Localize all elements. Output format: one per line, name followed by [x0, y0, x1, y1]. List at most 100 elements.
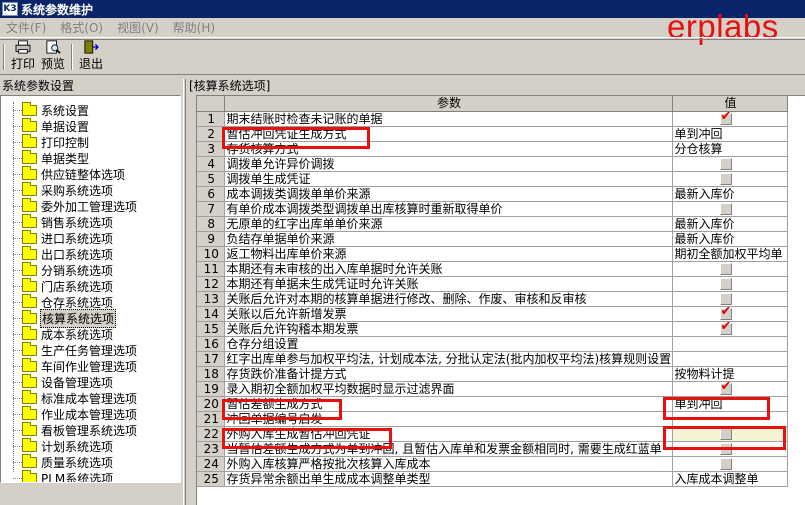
value-cell[interactable] — [672, 351, 788, 367]
table-row[interactable]: 17 红字出库单参与加权平均法, 计划成本法, 分批认定法(批内加权平均法)核算规… — [197, 351, 788, 367]
value-cell[interactable] — [672, 321, 788, 337]
settings-tree[interactable]: 系统设置 单据设置 打印控制 单据类型 供应链整体选项 采购系统选项 委外加工管理选项 销售系… — [0, 95, 181, 483]
checkbox[interactable] — [719, 278, 732, 290]
checkbox[interactable] — [719, 293, 732, 305]
checkbox[interactable] — [719, 203, 732, 215]
table-row[interactable]: 21 冲回单据编号启发 — [197, 411, 788, 427]
table-row[interactable]: 15 关账后允许钩稽本期发票 — [197, 321, 788, 337]
value-cell[interactable] — [672, 156, 788, 172]
value-cell[interactable]: 入库成本调整单 — [672, 471, 788, 487]
table-row[interactable]: 19 录入期初全额加权平均数据时显示过滤界面 — [197, 381, 788, 397]
value-cell[interactable] — [672, 411, 788, 427]
tree-item[interactable]: 分销系统选项 — [13, 261, 114, 278]
tree-item[interactable]: 标准成本管理选项 — [13, 389, 138, 406]
print-button[interactable]: 打印 — [8, 40, 38, 74]
table-row[interactable]: 23 当暂估差额生成方式为单到冲回, 且暂估入库单和发票金额相同时, 需要生成红蓝… — [197, 441, 788, 457]
checkbox[interactable] — [719, 428, 732, 440]
tree-item[interactable]: 生产任务管理选项 — [13, 341, 138, 358]
value-cell[interactable] — [672, 171, 788, 187]
tree-item[interactable]: 作业成本管理选项 — [13, 405, 138, 422]
checkbox[interactable] — [719, 443, 732, 455]
table-row[interactable]: 16 仓存分组设置 — [197, 336, 788, 352]
table-row[interactable]: 8 无原单的红字出库单单价来源 最新入库价 — [197, 216, 788, 232]
table-row[interactable]: 2 暂估冲回凭证生成方式 单到冲回 — [197, 126, 788, 142]
table-row[interactable]: 7 有单价成本调拨类型调拨单出库核算时重新取得单价 — [197, 201, 788, 217]
tree-item[interactable]: 车间作业管理选项 — [13, 357, 138, 374]
param-cell: 成本调拨类调拨单单价来源 — [224, 186, 673, 202]
menu-view[interactable]: 视图(V) — [111, 19, 167, 36]
preview-button[interactable]: 预览 — [38, 40, 68, 74]
tree-item[interactable]: 设备管理选项 — [13, 373, 114, 390]
value-cell[interactable] — [672, 336, 788, 352]
value-cell[interactable]: 最新入库价 — [672, 186, 788, 202]
table-row[interactable]: 11 本期还有未审核的出入库单据时允许关账 — [197, 261, 788, 277]
table-row[interactable]: 14 关账以后允许新增发票 — [197, 306, 788, 322]
table-row[interactable]: 9 负结存单据单价来源 最新入库价 — [197, 231, 788, 247]
value-cell[interactable]: 单到冲回 — [672, 126, 788, 142]
value-cell[interactable]: 单到冲回 — [672, 396, 788, 412]
tree-item[interactable]: 质量系统选项 — [13, 453, 114, 470]
table-row[interactable]: 1 期末结账时检查未记账的单据 — [197, 111, 788, 127]
tree-item[interactable]: 进口系统选项 — [13, 229, 114, 246]
value-cell[interactable] — [672, 276, 788, 292]
checkbox-checked[interactable] — [719, 306, 732, 320]
table-row[interactable]: 3 存货核算方式 分仓核算 — [197, 141, 788, 157]
tree-item-label: 车间作业管理选项 — [41, 359, 138, 374]
tree-item[interactable]: 计划系统选项 — [13, 437, 114, 454]
value-cell[interactable] — [672, 456, 788, 472]
checkbox[interactable] — [719, 458, 732, 470]
value-column-header[interactable]: 值 — [672, 96, 788, 112]
value-cell[interactable] — [672, 111, 788, 127]
table-row[interactable]: 25 存货异常余额出单生成成本调整单类型 入库成本调整单 — [197, 471, 788, 487]
value-cell[interactable] — [672, 381, 788, 397]
menu-file[interactable]: 文件(F) — [0, 19, 54, 36]
value-cell[interactable]: 期初全额加权平均单 — [672, 246, 788, 262]
tree-item[interactable]: 门店系统选项 — [13, 277, 114, 294]
table-row[interactable]: 13 关账后允许对本期的核算单据进行修改、删除、作废、审核和反审核 — [197, 291, 788, 307]
value-cell[interactable] — [672, 261, 788, 277]
tree-item[interactable]: 系统设置 — [13, 101, 90, 118]
tree-item[interactable]: 核算系统选项 — [13, 308, 117, 328]
checkbox-checked[interactable] — [719, 321, 732, 335]
exit-button[interactable]: 退出 — [76, 40, 106, 74]
tree-item[interactable]: 出口系统选项 — [13, 245, 114, 262]
table-row[interactable]: 4 调拨单允许异价调拨 — [197, 156, 788, 172]
checkbox[interactable] — [719, 263, 732, 275]
table-row[interactable]: 5 调拨单生成凭证 — [197, 171, 788, 187]
checkbox[interactable] — [719, 173, 732, 185]
checkbox-checked[interactable] — [719, 381, 732, 395]
checkbox-checked[interactable] — [719, 111, 732, 125]
tree-item[interactable]: 供应链整体选项 — [13, 165, 126, 182]
value-cell[interactable] — [672, 426, 788, 442]
value-cell[interactable]: 按物料计提 — [672, 366, 788, 382]
options-grid[interactable]: 参数 值 1期末结账时检查未记账的单据2暂估冲回凭证生成方式单到冲回3存货核算方… — [196, 95, 805, 505]
tree-item[interactable]: PLM系统选项 — [13, 469, 114, 482]
tree-item[interactable]: 成本系统选项 — [13, 325, 114, 342]
value-cell[interactable] — [672, 306, 788, 322]
menu-help[interactable]: 帮助(H) — [167, 19, 223, 36]
value-cell[interactable] — [672, 201, 788, 217]
value-cell[interactable]: 最新入库价 — [672, 216, 788, 232]
param-column-header[interactable]: 参数 — [224, 96, 673, 112]
value-cell[interactable] — [672, 441, 788, 457]
table-row[interactable]: 22 外购入库生成暂估冲回凭证 — [197, 426, 788, 442]
table-row[interactable]: 10 返工物料出库单价来源 期初全额加权平均单 — [197, 246, 788, 262]
tree-item[interactable]: 打印控制 — [13, 133, 90, 150]
panel-splitter[interactable] — [183, 79, 186, 505]
table-row[interactable]: 20 暂估差额生成方式 单到冲回 — [197, 396, 788, 412]
tree-item[interactable]: 单据类型 — [13, 149, 90, 166]
table-row[interactable]: 12 本期还有单据未生成凭证时允许关账 — [197, 276, 788, 292]
checkbox[interactable] — [719, 158, 732, 170]
table-row[interactable]: 6 成本调拨类调拨单单价来源 最新入库价 — [197, 186, 788, 202]
table-row[interactable]: 18 存货跌价准备计提方式 按物料计提 — [197, 366, 788, 382]
tree-item[interactable]: 销售系统选项 — [13, 213, 114, 230]
value-cell[interactable] — [672, 291, 788, 307]
tree-item[interactable]: 看板管理系统选项 — [13, 421, 138, 438]
tree-item[interactable]: 单据设置 — [13, 117, 90, 134]
menu-format[interactable]: 格式(O) — [54, 19, 111, 36]
table-row[interactable]: 24 外购入库核算严格按批次核算入库成本 — [197, 456, 788, 472]
value-cell[interactable]: 最新入库价 — [672, 231, 788, 247]
tree-item[interactable]: 采购系统选项 — [13, 181, 114, 198]
value-cell[interactable]: 分仓核算 — [672, 141, 788, 157]
tree-item[interactable]: 委外加工管理选项 — [13, 197, 138, 214]
